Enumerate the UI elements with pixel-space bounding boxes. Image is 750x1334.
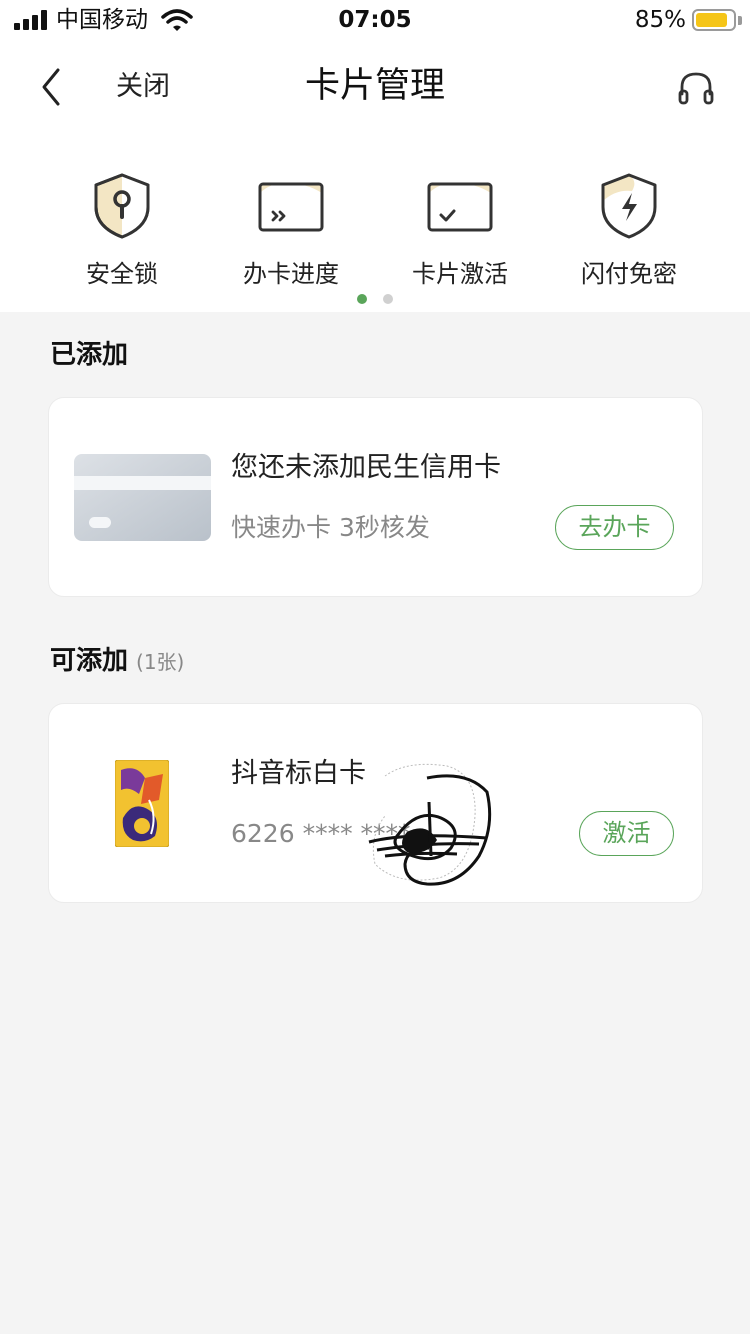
security-lock-icon <box>94 173 150 239</box>
page-dot-active <box>357 294 367 304</box>
quick-action-quickpay[interactable]: 闪付免密 <box>544 165 714 295</box>
quick-action-label: 安全锁 <box>86 260 158 288</box>
addable-card-panel[interactable]: 抖音标白卡 6226 **** **** 激活 <box>48 703 703 903</box>
card-activate-icon <box>427 182 493 232</box>
nav-bar: 关闭 卡片管理 <box>0 48 750 128</box>
page-dot <box>383 294 393 304</box>
quick-action-label: 闪付免密 <box>581 260 677 288</box>
quick-action-label: 办卡进度 <box>243 260 339 288</box>
application-progress-icon <box>258 182 324 232</box>
status-bar: 中国移动 07:05 85% <box>0 0 750 40</box>
added-card-panel: 您还未添加民生信用卡 快速办卡 3秒核发 去办卡 <box>48 397 703 597</box>
quick-actions: 安全锁 办卡进度 卡片激活 闪付免密 <box>0 165 750 295</box>
apply-card-button[interactable]: 去办卡 <box>555 505 674 550</box>
added-card-title: 您还未添加民生信用卡 <box>231 452 501 483</box>
battery-percent: 85% <box>634 7 686 33</box>
headphones-icon <box>678 72 714 105</box>
addable-card-title: 抖音标白卡 <box>231 758 366 789</box>
card-art-thumbnail <box>115 760 169 847</box>
battery-cap <box>738 16 742 25</box>
quick-action-security-lock[interactable]: 安全锁 <box>37 165 207 295</box>
page-indicator <box>0 294 750 304</box>
quick-action-label: 卡片激活 <box>412 260 508 288</box>
customer-service-button[interactable] <box>676 68 716 108</box>
page-title: 卡片管理 <box>304 66 445 106</box>
quick-action-application-progress[interactable]: 办卡进度 <box>206 165 376 295</box>
section-addable-count: (1张) <box>136 650 185 674</box>
added-card-subtitle: 快速办卡 3秒核发 <box>231 513 430 542</box>
quick-action-card-activation[interactable]: 卡片激活 <box>375 165 545 295</box>
section-added-title: 已添加 <box>50 340 129 370</box>
section-addable-title: 可添加 (1张) <box>50 643 184 680</box>
redaction-scribble <box>368 763 492 886</box>
battery-icon <box>692 9 736 31</box>
credit-card-placeholder-icon <box>74 454 211 541</box>
battery-level <box>696 13 727 27</box>
quickpay-shield-icon <box>601 173 657 239</box>
section-addable-label: 可添加 <box>50 646 129 676</box>
activate-card-button[interactable]: 激活 <box>579 811 674 856</box>
